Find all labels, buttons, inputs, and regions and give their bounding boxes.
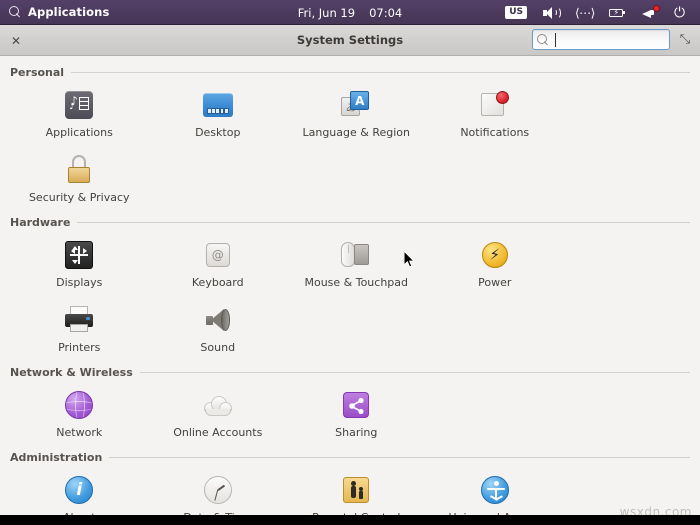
settings-tile-language-region[interactable]: あA Language & Region — [287, 82, 426, 147]
tile-grid-hardware: Displays @ Keyboard Mouse & Touchpad ⚡ P… — [10, 232, 690, 362]
group-hardware: Hardware Displays @ Keyboard Mouse & Tou… — [10, 216, 690, 362]
settings-tile-applications[interactable]: ♪ ♩ Applications — [10, 82, 149, 147]
divider — [139, 372, 690, 373]
divider — [77, 222, 690, 223]
settings-tile-date-time[interactable]: Date & Time — [149, 467, 288, 515]
search-input[interactable] — [552, 33, 665, 46]
group-title: Network & Wireless — [10, 366, 133, 379]
tile-label: Desktop — [195, 126, 241, 139]
about-icon: i — [62, 473, 96, 507]
language-region-icon: あA — [339, 88, 373, 122]
applications-icon: ♪ ♩ — [62, 88, 96, 122]
panel-tray: us ⟨⋯⟩ ⚡ ⏻ — [505, 0, 692, 25]
applications-menu-label: Applications — [28, 5, 110, 19]
sharing-icon — [339, 388, 373, 422]
tile-label: Mouse & Touchpad — [304, 276, 409, 289]
group-network-wireless: Network & Wireless Network Online Accoun… — [10, 366, 690, 447]
group-header-personal: Personal — [10, 66, 690, 79]
sound-icon — [201, 303, 235, 337]
tile-label: Applications — [45, 126, 113, 139]
universal-access-icon — [478, 473, 512, 507]
group-title: Hardware — [10, 216, 71, 229]
online-accounts-icon — [201, 388, 235, 422]
settings-tile-security-privacy[interactable]: Security & Privacy — [10, 147, 149, 212]
tile-label: Network — [56, 426, 103, 439]
network-icon[interactable]: ⟨⋯⟩ — [575, 5, 595, 21]
settings-tile-mouse-touchpad[interactable]: Mouse & Touchpad — [287, 232, 426, 297]
settings-tile-displays[interactable]: Displays — [10, 232, 149, 297]
window-titlebar: ✕ System Settings ⤡ — [0, 25, 700, 56]
settings-tile-printers[interactable]: Printers — [10, 297, 149, 362]
group-administration: Administration i About Date & Time — [10, 451, 690, 515]
tile-grid-administration: i About Date & Time — [10, 467, 690, 515]
system-settings-window: ✕ System Settings ⤡ Personal ♪ ♩ Applicat… — [0, 25, 700, 515]
tile-label: Power — [478, 276, 512, 289]
group-personal: Personal ♪ ♩ Applications Desktop A Lang… — [10, 66, 690, 212]
settings-tile-sound[interactable]: Sound — [149, 297, 288, 362]
top-panel: Applications Fri, Jun 19 07:04 us ⟨⋯⟩ ⚡ … — [0, 0, 700, 25]
group-title: Personal — [10, 66, 65, 79]
power-icon[interactable]: ⏻ — [674, 5, 692, 21]
panel-applications-menu[interactable]: Applications — [0, 5, 109, 19]
power-icon: ⚡ — [478, 238, 512, 272]
network-icon — [62, 388, 96, 422]
tile-label: Online Accounts — [173, 426, 263, 439]
settings-tile-online-accounts[interactable]: Online Accounts — [149, 382, 288, 447]
tile-label: Security & Privacy — [28, 191, 130, 204]
displays-icon — [62, 238, 96, 272]
settings-tile-universal-access[interactable]: Universal Access — [426, 467, 565, 515]
printers-icon — [62, 303, 96, 337]
maximize-icon[interactable]: ⤡ — [677, 32, 693, 48]
settings-tile-parental-control[interactable]: Parental Control — [287, 467, 426, 515]
group-header-hardware: Hardware — [10, 216, 690, 229]
tile-label: Sound — [200, 341, 236, 354]
settings-tile-sharing[interactable]: Sharing — [287, 382, 426, 447]
divider — [71, 72, 690, 73]
group-header-administration: Administration — [10, 451, 690, 464]
mouse-touchpad-icon — [339, 238, 373, 272]
settings-tile-keyboard[interactable]: @ Keyboard — [149, 232, 288, 297]
notification-icon[interactable] — [641, 4, 660, 21]
settings-content: Personal ♪ ♩ Applications Desktop A Lang… — [0, 56, 700, 515]
desktop-icon — [201, 88, 235, 122]
tile-grid-personal: ♪♩ Applications Desktop あA Language & Re… — [10, 82, 690, 212]
tile-label: Notifications — [460, 126, 530, 139]
search-field[interactable] — [532, 29, 670, 50]
volume-icon[interactable] — [542, 5, 561, 21]
tile-grid-network: Network Online Accounts Sharing — [10, 382, 690, 447]
text-caret — [555, 33, 556, 47]
date-time-icon — [201, 473, 235, 507]
keyboard-icon: @ — [201, 238, 235, 272]
group-header-network-wireless: Network & Wireless — [10, 366, 690, 379]
clock-time: 07:04 — [369, 5, 403, 20]
settings-tile-desktop[interactable]: Desktop — [149, 82, 288, 147]
search-icon — [9, 5, 22, 19]
battery-icon[interactable]: ⚡ — [608, 5, 626, 21]
tile-label: Language & Region — [302, 126, 410, 139]
settings-tile-notifications[interactable]: Notifications — [426, 82, 565, 147]
notifications-icon — [478, 88, 512, 122]
clock-date: Fri, Jun 19 — [297, 5, 356, 20]
tile-label: Printers — [58, 341, 101, 354]
parental-control-icon — [339, 473, 373, 507]
search-icon — [537, 33, 549, 46]
tile-label: Sharing — [335, 426, 378, 439]
tile-label: Displays — [56, 276, 103, 289]
keyboard-layout-indicator[interactable]: us — [505, 6, 527, 19]
group-title: Administration — [10, 451, 103, 464]
divider — [109, 457, 690, 458]
settings-tile-about[interactable]: i About — [10, 467, 149, 515]
settings-tile-network[interactable]: Network — [10, 382, 149, 447]
security-privacy-icon — [62, 153, 96, 187]
tile-label: Keyboard — [191, 276, 244, 289]
settings-tile-power[interactable]: ⚡ Power — [426, 232, 565, 297]
bottom-strip — [0, 515, 700, 525]
